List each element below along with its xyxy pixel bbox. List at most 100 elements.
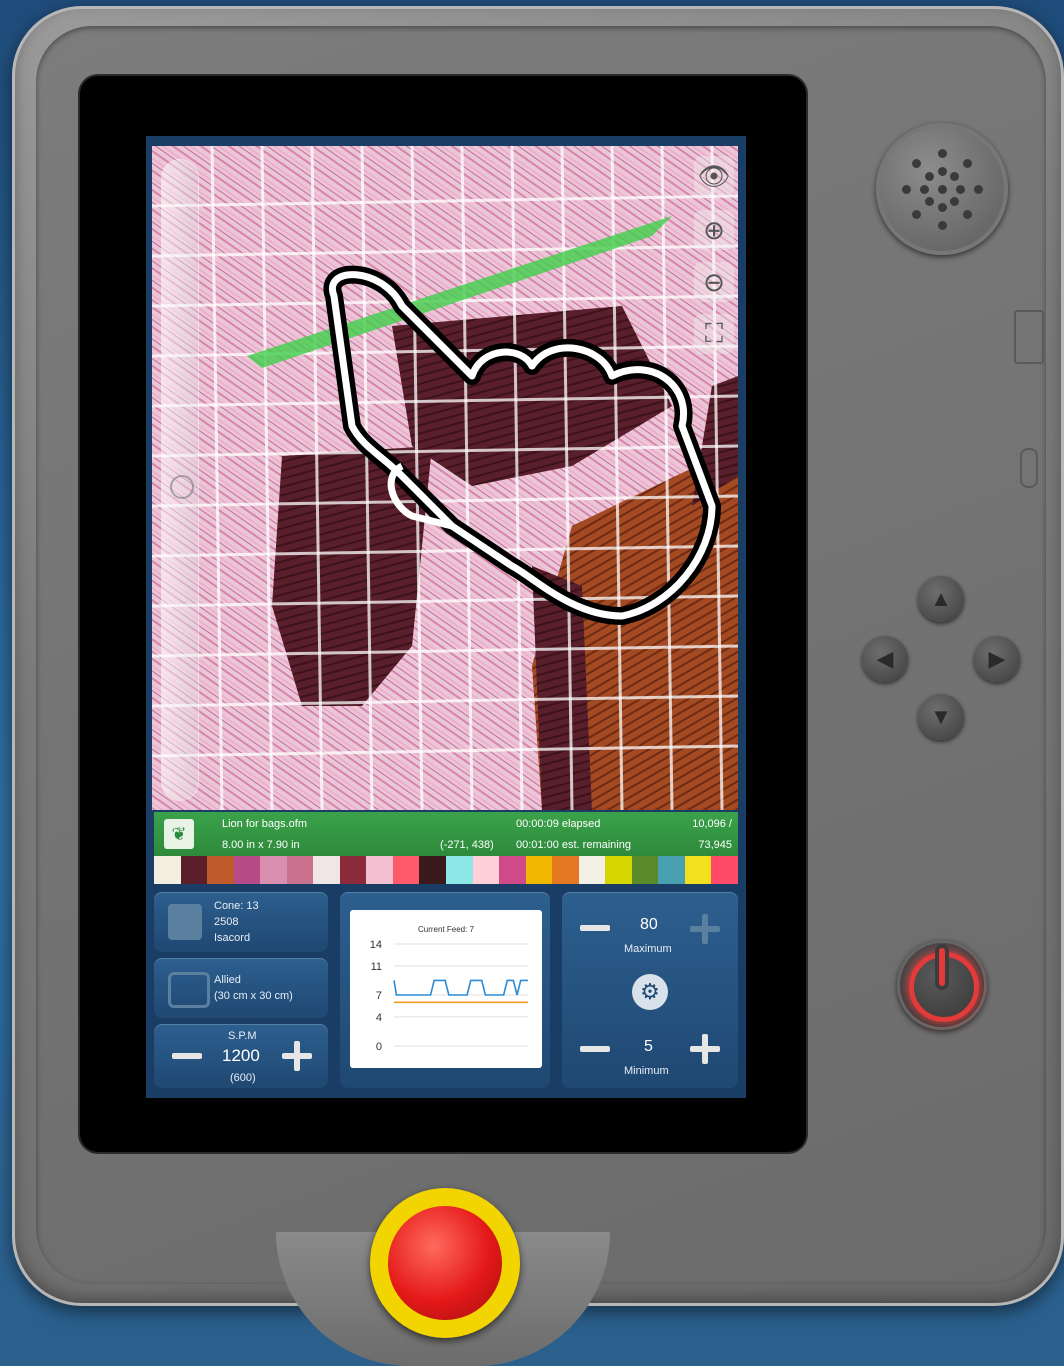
hoop-panel[interactable]: Allied (30 cm x 30 cm) [154, 958, 328, 1018]
emergency-stop-button[interactable] [370, 1188, 520, 1338]
remaining-time: 00:01:00 est. remaining [516, 839, 631, 851]
thread-swatch[interactable] [472, 856, 500, 884]
thread-swatch[interactable] [286, 856, 314, 884]
thread-panel[interactable]: Cone: 13 2508 Isacord [154, 892, 328, 952]
maximum-value: 80 [640, 916, 658, 933]
fit-screen-icon[interactable]: ⛶ [694, 314, 734, 354]
presser-foot-icon[interactable]: ⚙ [632, 974, 668, 1010]
speaker-hole [955, 184, 965, 194]
thread-swatch[interactable] [366, 856, 393, 884]
hoop-name: Allied [214, 974, 241, 986]
speaker-hole [950, 197, 960, 207]
minimum-value: 5 [644, 1038, 653, 1055]
thread-cone-icon [168, 904, 202, 940]
design-file-icon: ❦ [164, 819, 194, 849]
y-tick-label: 11 [371, 961, 382, 973]
spm-value: 1200 [222, 1046, 260, 1065]
thread-swatch[interactable] [233, 856, 261, 884]
y-tick-label: 0 [376, 1041, 382, 1053]
dpad-left-button[interactable]: ◀ [862, 636, 908, 682]
maximum-label: Maximum [624, 943, 672, 955]
thread-cone: Cone: 13 [214, 900, 259, 912]
hoop-size: (30 cm x 30 cm) [214, 990, 293, 1002]
speaker-hole [937, 166, 947, 176]
thread-swatch[interactable] [392, 856, 420, 884]
dpad-right-button[interactable]: ▶ [974, 636, 1020, 682]
view-settings-icon[interactable]: 👁 [694, 156, 734, 196]
speaker-hole [937, 148, 947, 158]
thread-swatch[interactable] [684, 856, 712, 884]
design-size: 8.00 in x 7.90 in [222, 839, 300, 851]
thread-swatch[interactable] [154, 856, 181, 884]
thread-swatch[interactable] [313, 856, 340, 884]
speaker-hole [924, 197, 934, 207]
spm-decrease-button[interactable] [172, 1053, 202, 1059]
speaker-hole [937, 202, 947, 212]
feed-chart: Current Feed: 7 0 4 7 11 14 [350, 910, 542, 1068]
thread-swatch[interactable] [499, 856, 526, 884]
thread-swatch[interactable] [260, 856, 287, 884]
thread-swatch[interactable] [658, 856, 685, 884]
speaker-hole [912, 209, 922, 219]
feed-chart-svg: Current Feed: 7 0 4 7 11 14 [370, 925, 528, 1053]
y-tick-label: 4 [376, 1012, 382, 1024]
thread-swatch[interactable] [419, 856, 447, 884]
thread-brand: Isacord [214, 932, 251, 944]
thread-swatch[interactable] [605, 856, 632, 884]
spm-sub-value: (600) [230, 1072, 256, 1084]
spm-increase-button[interactable] [282, 1041, 312, 1071]
speaker-grille [876, 123, 1008, 255]
speaker-hole [962, 159, 972, 169]
maximum-increase-button[interactable] [690, 914, 720, 944]
zoom-in-icon[interactable]: ⊕ [694, 210, 734, 250]
thread-swatch[interactable] [631, 856, 659, 884]
chart-series-line [393, 979, 528, 996]
dpad-up-button[interactable]: ▲ [918, 576, 964, 622]
thread-swatch[interactable] [525, 856, 553, 884]
thread-swatch[interactable] [339, 856, 367, 884]
speaker-hole [962, 209, 972, 219]
speaker-hole [919, 184, 929, 194]
stitch-current: 10,096 / [692, 818, 732, 830]
side-indicator [1020, 448, 1038, 488]
thread-swatch[interactable] [578, 856, 606, 884]
thread-swatch[interactable] [446, 856, 473, 884]
thread-swatch[interactable] [180, 856, 208, 884]
zoom-slider-thumb[interactable] [170, 475, 194, 499]
speaker-hole [950, 171, 960, 181]
design-info-bar: ❦ Lion for bags.ofm 8.00 in x 7.90 in (-… [154, 812, 738, 856]
power-button[interactable] [897, 940, 987, 1030]
speaker-hole [937, 220, 947, 230]
embroidery-preview [152, 146, 738, 811]
feed-limit-panel: 80 Maximum ⚙ 5 Minimum [562, 892, 738, 1088]
minimum-decrease-button[interactable] [580, 1046, 610, 1052]
thread-swatch[interactable] [552, 856, 579, 884]
thread-swatch[interactable] [207, 856, 234, 884]
maximum-decrease-button[interactable] [580, 925, 610, 931]
spm-panel: S.P.M 1200 (600) [154, 1024, 328, 1088]
stitch-total: 73,945 [698, 839, 732, 851]
chart-title: Current Feed: 7 [418, 925, 475, 934]
needle-coordinates: (-271, 438) [440, 839, 494, 851]
speaker-hole [912, 159, 922, 169]
speaker-hole [937, 184, 947, 194]
y-tick-label: 7 [376, 990, 382, 1002]
thread-number: 2508 [214, 916, 239, 928]
usb-slot [1014, 310, 1044, 364]
speaker-hole [901, 184, 911, 194]
thread-color-bar[interactable] [154, 856, 739, 884]
speaker-hole [973, 184, 983, 194]
elapsed-time: 00:00:09 elapsed [516, 818, 601, 830]
thread-swatch[interactable] [711, 856, 739, 884]
minimum-increase-button[interactable] [690, 1034, 720, 1064]
file-name: Lion for bags.ofm [222, 818, 307, 830]
y-tick-label: 14 [370, 939, 382, 951]
hoop-icon [168, 972, 210, 1008]
speaker-hole [924, 171, 934, 181]
screen: 👁 ⊕ ⊖ ⛶ ❦ Lion for bags.ofm 8.00 in x 7.… [146, 136, 746, 1098]
zoom-out-icon[interactable]: ⊖ [694, 262, 734, 302]
zoom-slider[interactable] [162, 160, 198, 800]
dpad-down-button[interactable]: ▼ [918, 694, 964, 740]
spm-label: S.P.M [228, 1030, 257, 1042]
minimum-label: Minimum [624, 1065, 669, 1077]
